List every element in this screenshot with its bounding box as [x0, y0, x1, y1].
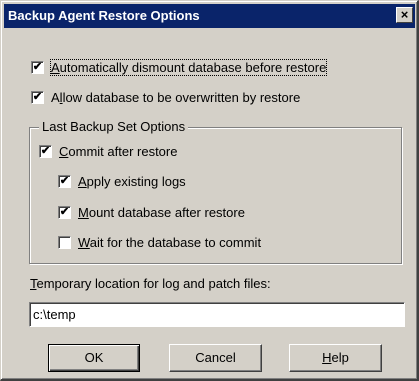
close-button[interactable]: × [396, 7, 413, 23]
close-icon: × [400, 7, 409, 22]
cancel-button[interactable]: Cancel [169, 344, 262, 372]
wait-for-commit-label[interactable]: Wait for the database to commit [78, 235, 261, 250]
commit-after-restore-label[interactable]: Commit after restore [59, 144, 177, 159]
temp-location-input[interactable] [29, 302, 405, 327]
auto-dismount-label[interactable]: Automatically dismount database before r… [49, 59, 328, 76]
last-backup-set-legend: Last Backup Set Options [39, 119, 189, 134]
help-button[interactable]: Help [289, 344, 382, 372]
ok-button[interactable]: OK [48, 344, 140, 372]
wait-for-commit-checkbox[interactable] [58, 236, 71, 249]
apply-existing-logs-label[interactable]: Apply existing logs [78, 174, 186, 189]
apply-existing-logs-checkbox[interactable]: ✔ [58, 175, 71, 188]
window-title: Backup Agent Restore Options [8, 8, 200, 23]
commit-after-restore-checkbox[interactable]: ✔ [39, 145, 52, 158]
allow-overwrite-checkbox[interactable]: ✔ [31, 91, 44, 104]
title-bar[interactable]: Backup Agent Restore Options × [4, 4, 415, 28]
restore-options-dialog: Backup Agent Restore Options × ✔ Automat… [0, 0, 419, 381]
allow-overwrite-label[interactable]: Allow database to be overwritten by rest… [51, 90, 300, 105]
mount-after-restore-checkbox[interactable]: ✔ [58, 206, 71, 219]
temp-location-label: Temporary location for log and patch fil… [30, 276, 271, 291]
auto-dismount-checkbox[interactable]: ✔ [31, 61, 44, 74]
mount-after-restore-label[interactable]: Mount database after restore [78, 205, 245, 220]
